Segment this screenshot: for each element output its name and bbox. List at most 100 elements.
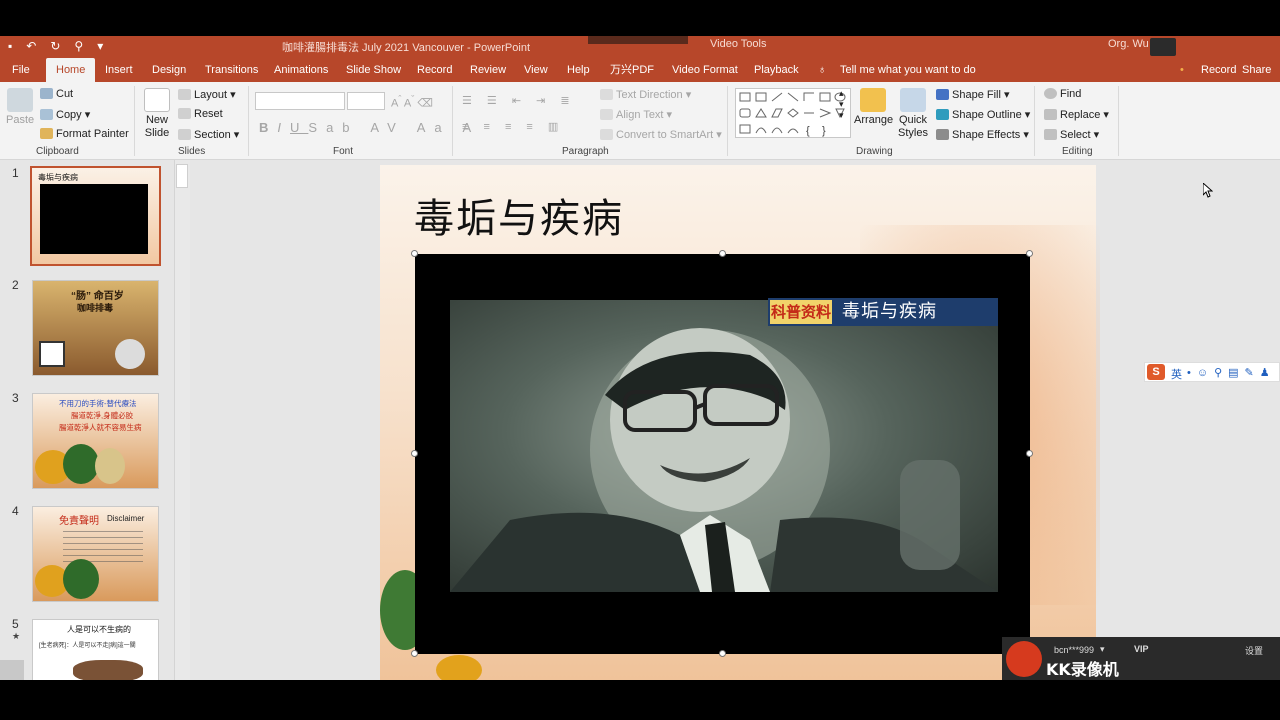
thumbnails-scroll-thumb[interactable]	[176, 164, 188, 188]
melon-image	[63, 559, 99, 599]
replace-button[interactable]: Replace ▾	[1044, 108, 1109, 121]
user-name[interactable]: Org. Wu	[1108, 38, 1149, 50]
shape-outline-button[interactable]: Shape Outline ▾	[936, 108, 1030, 121]
tab-review[interactable]: Review	[470, 58, 506, 82]
tab-view[interactable]: View	[524, 58, 548, 82]
slide-thumbnail-2[interactable]: “肠” 命百岁 咖啡排毒	[32, 280, 159, 376]
customize-qat-icon[interactable]: ▾	[97, 39, 103, 53]
save-icon[interactable]: ▪	[8, 39, 12, 53]
slide-thumbnail-3[interactable]: 不用刀的手術-替代療法 腸道乾淨,身體必胶 腸道乾淨人就不容易生病	[32, 393, 159, 489]
ime-toolbar[interactable]: S 英 •☺⚲▤✎♟	[1144, 362, 1280, 382]
shapes-scroll[interactable]: ▴ ▾ ▾	[839, 88, 844, 121]
slide-thumbnail-5[interactable]: 人是可以不生病的 [生老病死]：人是可以不走[病]這一關	[32, 619, 159, 681]
kk-vip-badge[interactable]: VIP	[1134, 644, 1149, 654]
resize-handle-top-right[interactable]	[1026, 250, 1033, 257]
kk-settings-link[interactable]: 设置	[1245, 644, 1263, 657]
smartart-icon	[600, 129, 613, 140]
resize-handle-bottom-left[interactable]	[411, 650, 418, 657]
tab-insert[interactable]: Insert	[105, 58, 133, 82]
paste-button[interactable]: Paste	[6, 88, 34, 127]
effects-icon	[936, 129, 949, 140]
tab-slide-show[interactable]: Slide Show	[346, 58, 401, 82]
slide-number: 4	[12, 504, 19, 518]
select-button[interactable]: Select ▾	[1044, 128, 1099, 141]
tab-record[interactable]: Record	[417, 58, 452, 82]
slide-number: 1	[12, 166, 19, 180]
shape-fill-button[interactable]: Shape Fill ▾	[936, 88, 1010, 101]
ime-tool-icons[interactable]: •☺⚲▤✎♟	[1187, 366, 1276, 379]
tab-file[interactable]: File	[12, 58, 30, 82]
find-button[interactable]: Find	[1044, 88, 1081, 100]
section-button[interactable]: Section ▾	[178, 128, 239, 141]
shape-effects-button[interactable]: Shape Effects ▾	[936, 128, 1029, 141]
mouse-cursor-icon	[1203, 183, 1213, 198]
align-buttons[interactable]: ≡ ≡ ≡ ≡ ▥	[462, 120, 564, 133]
font-size-icons[interactable]: Aˆ Aˇ ⌫	[391, 94, 433, 110]
ribbon: Paste Cut Copy ▾ Format Painter Clipboar…	[0, 82, 1280, 160]
resize-handle-left[interactable]	[411, 450, 418, 457]
format-painter-button[interactable]: Format Painter	[40, 128, 129, 140]
shapes-gallery[interactable]: {}	[735, 88, 851, 138]
context-tab-highlight	[588, 36, 688, 44]
search-icon	[1044, 88, 1057, 99]
convert-smartart-button[interactable]: Convert to SmartArt ▾	[600, 128, 722, 141]
undo-icon[interactable]: ↶	[26, 39, 36, 53]
kk-brand: KK录像机	[1046, 660, 1119, 679]
tab-help[interactable]: Help	[567, 58, 590, 82]
share-button[interactable]: Share	[1242, 58, 1271, 82]
kk-username: bcn***999	[1054, 645, 1095, 655]
bottom-letterbox	[0, 680, 1280, 720]
slide-thumbnail-1[interactable]: 毒垢与疾病	[30, 166, 161, 266]
quick-styles-button[interactable]: Quick Styles	[894, 88, 932, 140]
arrange-button[interactable]: Arrange	[854, 88, 893, 127]
tab-home[interactable]: Home	[46, 58, 96, 82]
notes-toggle-button[interactable]	[0, 660, 24, 680]
reset-button[interactable]: Reset	[178, 108, 223, 120]
resize-handle-top-left[interactable]	[411, 250, 418, 257]
tab-wanxing-pdf[interactable]: 万兴PDF	[610, 58, 654, 82]
tab-animations[interactable]: Animations	[274, 58, 328, 82]
divider	[134, 86, 135, 156]
tab-transitions[interactable]: Transitions	[205, 58, 258, 82]
disclaimer-text-lines	[63, 531, 143, 563]
font-name-combo[interactable]	[255, 92, 345, 110]
resize-handle-bottom[interactable]	[719, 650, 726, 657]
slide-number: 2	[12, 278, 19, 292]
resize-handle-top[interactable]	[719, 250, 726, 257]
divider	[248, 86, 249, 156]
document-title: 咖啡灌腸排毒法 July 2021 Vancouver - PowerPoint	[282, 42, 530, 54]
paste-icon	[7, 88, 33, 112]
screen: ▪ ↶ ↻ ⚲ ▾ 咖啡灌腸排毒法 July 2021 Vancouver - …	[0, 0, 1280, 720]
speaker-photo	[115, 339, 145, 369]
thumbnails-scrollbar[interactable]	[174, 160, 190, 680]
banner-tag: 科普资料	[770, 300, 832, 324]
redo-icon[interactable]: ↻	[50, 39, 60, 53]
paint-bucket-icon	[936, 89, 949, 100]
record-button[interactable]: Record	[1201, 58, 1236, 82]
tab-playback[interactable]: Playback	[754, 58, 799, 82]
new-slide-button[interactable]: New Slide	[141, 88, 173, 140]
font-size-combo[interactable]	[347, 92, 385, 110]
slide-title[interactable]: 毒垢与疾病	[414, 186, 624, 244]
slide-thumbnail-4[interactable]: 免責聲明 Disclaimer	[32, 506, 159, 602]
tell-me-search[interactable]: Tell me what you want to do	[840, 58, 976, 82]
resize-handle-right[interactable]	[1026, 450, 1033, 457]
copy-icon	[40, 109, 53, 120]
tab-video-format[interactable]: Video Format	[672, 58, 738, 82]
start-from-beginning-icon[interactable]: ⚲	[74, 39, 83, 53]
align-text-button[interactable]: Align Text ▾	[600, 108, 672, 121]
gourd-image	[95, 448, 125, 484]
lightbulb-icon: ♁	[818, 64, 827, 76]
slide-number: 5	[12, 617, 19, 631]
layout-button[interactable]: Layout ▾	[178, 88, 236, 101]
bullet-buttons[interactable]: ☰ ☰ ⇤ ⇥ ≣	[462, 94, 576, 107]
divider	[727, 86, 728, 156]
kk-recorder-overlay[interactable]: bcn***999 ▾ VIP 设置 KK录像机	[1002, 637, 1280, 680]
text-direction-button[interactable]: Text Direction ▾	[600, 88, 691, 101]
ime-language[interactable]: 英	[1171, 366, 1182, 382]
cut-button[interactable]: Cut	[40, 88, 73, 100]
avatar[interactable]	[1150, 38, 1176, 56]
kk-user-dropdown-icon[interactable]: ▾	[1100, 644, 1105, 655]
copy-button[interactable]: Copy ▾	[40, 108, 90, 121]
tab-design[interactable]: Design	[152, 58, 186, 82]
